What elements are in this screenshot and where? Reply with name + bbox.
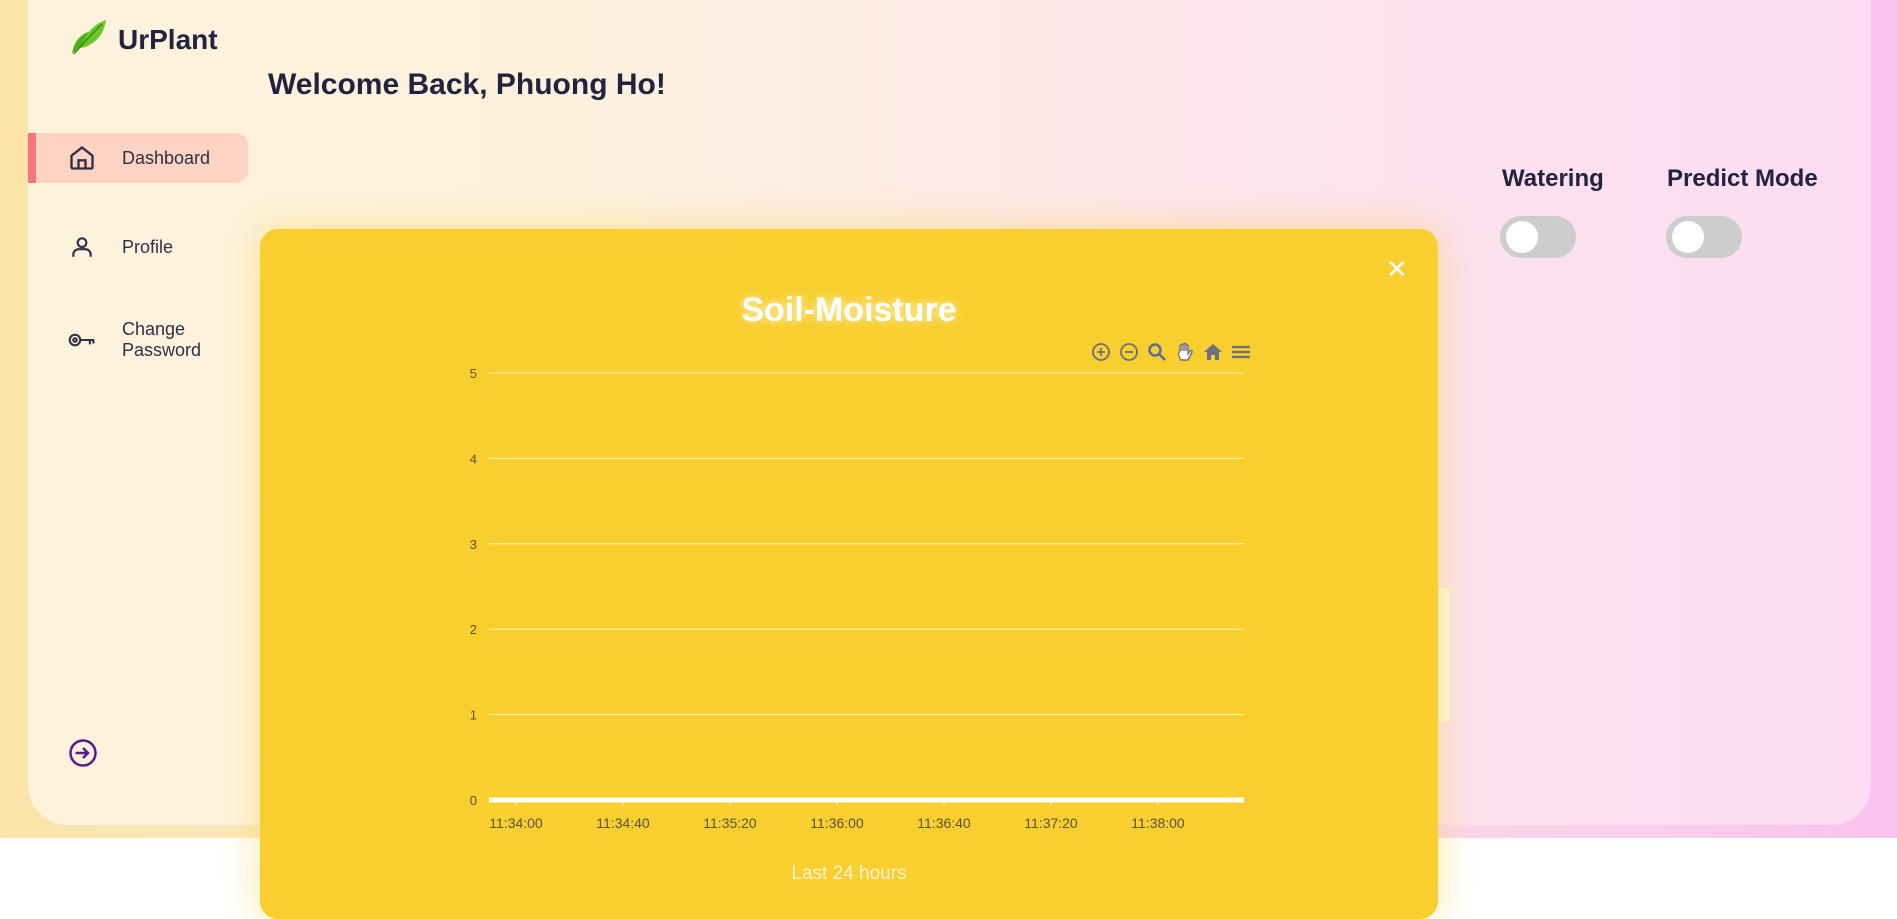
logout-icon (68, 739, 98, 772)
y-tick-label: 2 (470, 622, 477, 637)
toggle-knob (1672, 221, 1704, 253)
logout-button[interactable] (68, 738, 98, 768)
leaf-logo-icon (68, 18, 108, 61)
x-tick-label: 11:34:40 (596, 815, 650, 829)
x-tick-label: 11:35:20 (703, 815, 757, 829)
background-panel-edge (1436, 588, 1450, 722)
sidebar-item-profile[interactable]: Profile (28, 233, 248, 261)
x-tick-label: 11:37:20 (1024, 815, 1078, 829)
soil-moisture-modal: ✕ Soil-Moisture 0 1 2 3 4 5 11:34:00 11:34:40 11… (260, 229, 1438, 919)
sidebar-item-change-password[interactable]: Change Password (28, 318, 248, 362)
key-icon (68, 326, 96, 354)
predict-mode-label: Predict Mode (1667, 165, 1818, 192)
watering-label: Watering (1502, 165, 1604, 192)
logo[interactable]: UrPlant (68, 18, 218, 61)
watering-toggle[interactable] (1500, 216, 1576, 258)
y-tick-label: 1 (470, 708, 477, 723)
x-tick-label: 11:34:00 (489, 815, 543, 829)
y-tick-label: 0 (470, 793, 477, 808)
home-icon (68, 144, 96, 172)
x-tick-label: 11:38:00 (1131, 815, 1185, 829)
sidebar-item-dashboard[interactable]: Dashboard (28, 133, 248, 183)
soil-moisture-chart: 0 1 2 3 4 5 11:34:00 11:34:40 11:35:20 11:36:00 11… (470, 366, 1244, 829)
sidebar-item-label: Change Password (122, 319, 202, 360)
app-name: UrPlant (118, 23, 218, 55)
sidebar-item-label: Profile (122, 236, 174, 257)
user-icon (68, 233, 96, 261)
y-tick-label: 5 (470, 366, 477, 381)
y-tick-label: 4 (470, 451, 477, 466)
toggle-knob (1506, 221, 1538, 253)
page-title: Welcome Back, Phuong Ho! (268, 68, 666, 101)
time-range-label: Last 24 hours (791, 863, 907, 884)
predict-mode-toggle[interactable] (1666, 216, 1742, 258)
x-tick-label: 11:36:00 (810, 815, 864, 829)
x-tick-label: 11:36:40 (917, 815, 971, 829)
y-tick-label: 3 (470, 537, 477, 552)
sidebar-item-label: Dashboard (122, 147, 211, 168)
